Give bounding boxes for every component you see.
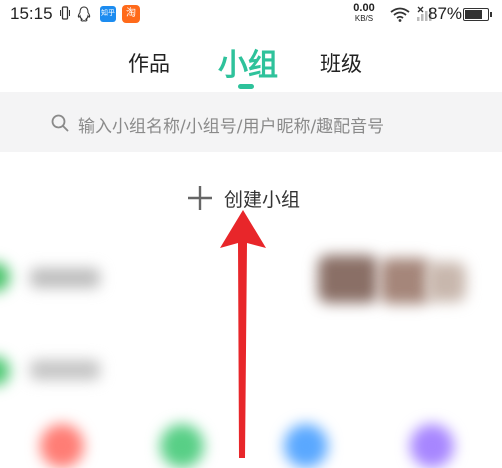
blurred-photo xyxy=(380,258,430,304)
battery-tip xyxy=(490,12,492,17)
wifi-icon xyxy=(390,7,410,22)
search-icon xyxy=(51,114,69,132)
network-speed-unit: KB/S xyxy=(354,14,374,23)
blurred-icon xyxy=(410,424,454,468)
battery-percent: 87% xyxy=(428,4,463,23)
search-input[interactable]: 输入小组名称/小组号/用户昵称/趣配音号 xyxy=(36,100,466,144)
zhihu-app-icon: 知乎 xyxy=(100,6,116,22)
network-speed-value: 0.00 xyxy=(353,2,375,14)
active-tab-indicator xyxy=(238,84,254,89)
qq-icon xyxy=(77,6,91,22)
search-bar: 输入小组名称/小组号/用户昵称/趣配音号 xyxy=(0,92,502,152)
blurred-avatar xyxy=(0,262,10,292)
blurred-icon xyxy=(160,424,204,468)
search-placeholder: 输入小组名称/小组号/用户昵称/趣配音号 xyxy=(78,117,385,137)
status-time: 15:15 xyxy=(10,4,53,23)
blurred-text xyxy=(30,360,100,380)
annotation-arrow-icon xyxy=(220,210,266,458)
taobao-app-icon: 淘 xyxy=(122,5,140,23)
blurred-photo xyxy=(318,255,378,303)
battery-fill xyxy=(465,10,483,19)
top-tabs: 作品 小组 班级 xyxy=(0,32,502,92)
tab-groups[interactable]: 小组 xyxy=(218,40,278,84)
blurred-photo xyxy=(426,262,466,302)
network-speed: 0.00 KB/S xyxy=(348,3,380,24)
tab-class[interactable]: 班级 xyxy=(320,48,362,78)
blurred-icon xyxy=(40,424,84,468)
status-bar: 15:15 知乎 淘 0.00 KB/S 87% xyxy=(0,0,502,28)
blurred-icon xyxy=(284,424,328,468)
plus-icon xyxy=(188,186,212,210)
blurred-text xyxy=(30,268,100,288)
battery-icon xyxy=(463,8,492,21)
blurred-avatar xyxy=(0,356,10,386)
vibrate-icon xyxy=(60,6,70,20)
tab-works[interactable]: 作品 xyxy=(128,48,170,78)
